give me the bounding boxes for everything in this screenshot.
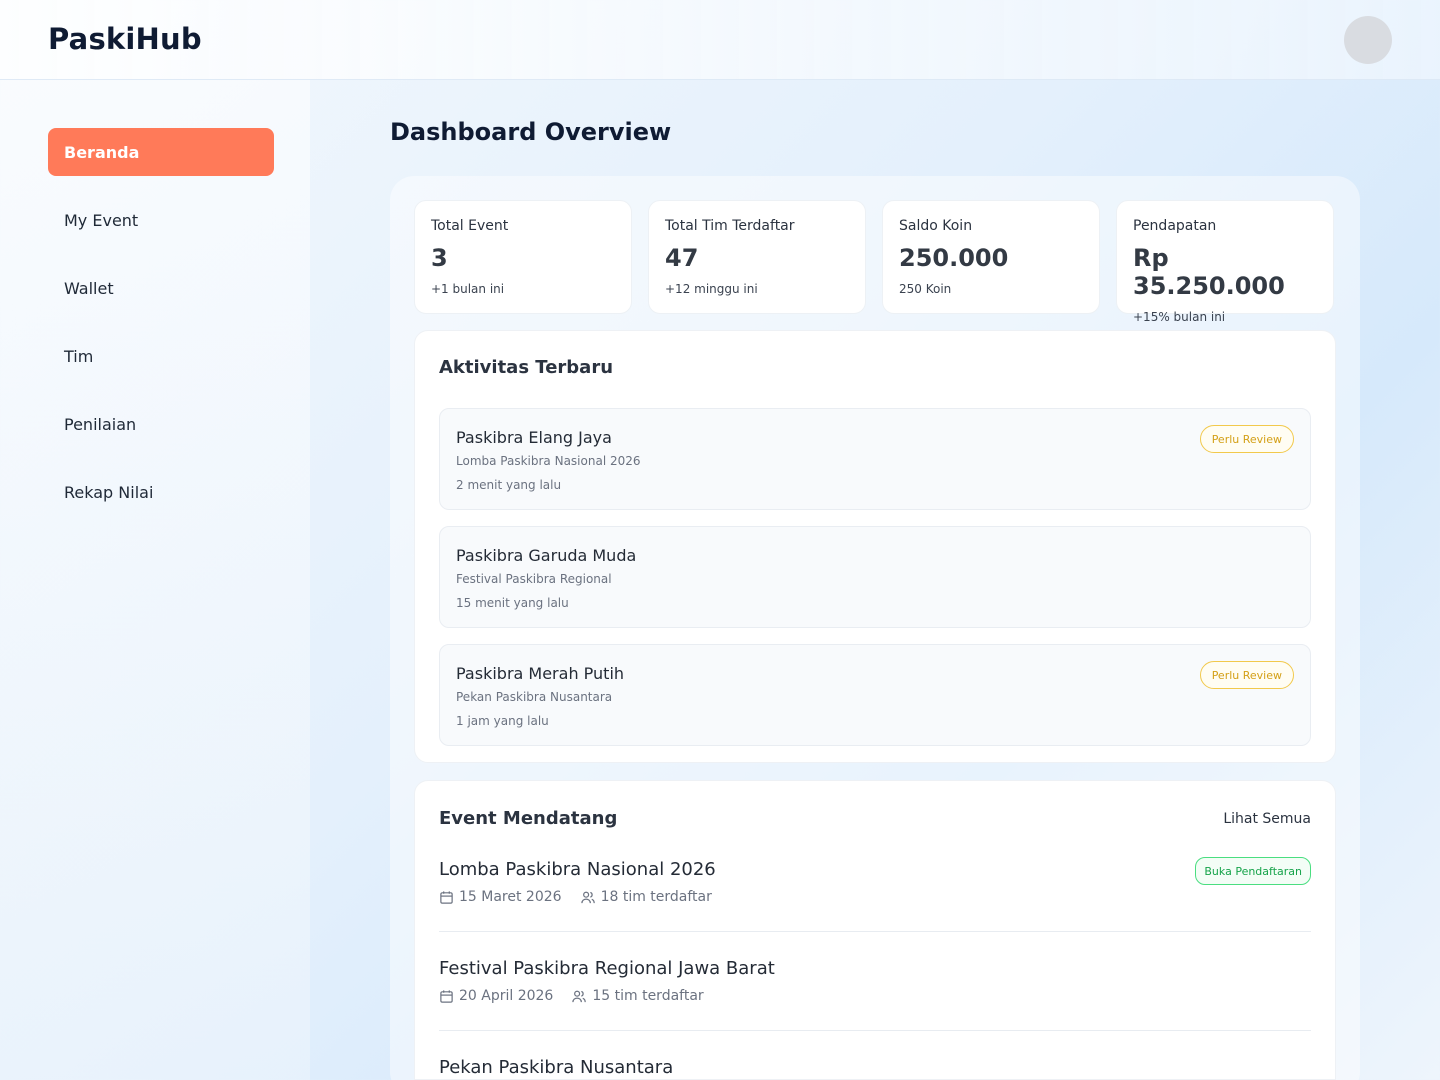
activity-time: 1 jam yang lalu [456, 714, 549, 728]
calendar-icon [440, 890, 453, 904]
activity-event-name: Festival Paskibra Regional [456, 572, 612, 586]
stat-card-saldo-koin: Saldo Koin 250.000 250 Koin [882, 200, 1100, 314]
activity-item[interactable]: Paskibra Elang Jaya Lomba Paskibra Nasio… [439, 408, 1311, 510]
upcoming-events-title: Event Mendatang [439, 808, 618, 829]
user-avatar[interactable] [1344, 16, 1392, 64]
sidebar-item-my-event[interactable]: My Event [48, 196, 274, 244]
recent-activity-card: Aktivitas Terbaru Paskibra Elang Jaya Lo… [414, 330, 1336, 763]
review-badge: Perlu Review [1199, 425, 1294, 453]
app-logo[interactable]: PaskiHub [48, 22, 202, 56]
sidebar-item-tim[interactable]: Tim [48, 332, 274, 380]
sidebar-item-beranda[interactable]: Beranda [48, 128, 274, 176]
top-bar: PaskiHub [0, 0, 1440, 80]
activity-item[interactable]: Paskibra Garuda Muda Festival Paskibra R… [439, 526, 1311, 628]
stat-note: 250 Koin [899, 282, 952, 296]
event-meta: 20 April 2026 15 tim terdaftar [439, 988, 704, 1004]
activity-item[interactable]: Paskibra Merah Putih Pekan Paskibra Nusa… [439, 644, 1311, 746]
stat-card-total-event: Total Event 3 +1 bulan ini [414, 200, 632, 314]
divider [439, 1030, 1311, 1031]
activity-team-name: Paskibra Garuda Muda [456, 546, 637, 565]
stat-value: 250.000 [899, 244, 1009, 272]
activity-event-name: Pekan Paskibra Nusantara [456, 690, 613, 704]
event-meta: 15 Maret 2026 18 tim terdaftar [439, 889, 712, 905]
activity-team-name: Paskibra Elang Jaya [456, 428, 612, 447]
stat-card-pendapatan: Pendapatan Rp 35.250.000 +15% bulan ini [1116, 200, 1334, 324]
stat-value: 3 [431, 244, 448, 272]
stat-note: +1 bulan ini [431, 282, 505, 296]
stat-card-total-tim: Total Tim Terdaftar 47 +12 minggu ini [648, 200, 866, 314]
sidebar-item-penilaian[interactable]: Penilaian [48, 400, 274, 448]
sidebar-item-rekap-nilai[interactable]: Rekap Nilai [48, 468, 274, 516]
activity-time: 2 menit yang lalu [456, 478, 562, 492]
stat-label: Total Event [431, 218, 509, 234]
stat-label: Total Tim Terdaftar [665, 218, 795, 234]
upcoming-events-card: Event Mendatang Lihat Semua Lomba Paskib… [414, 780, 1336, 1080]
stat-note: +15% bulan ini [1133, 310, 1226, 324]
event-date: 15 Maret 2026 [459, 889, 562, 905]
activity-team-name: Paskibra Merah Putih [456, 664, 625, 683]
see-all-link[interactable]: Lihat Semua [1223, 811, 1311, 827]
event-date: 20 April 2026 [459, 988, 554, 1004]
review-badge: Perlu Review [1199, 661, 1294, 689]
activity-time: 15 menit yang lalu [456, 596, 569, 610]
event-name[interactable]: Lomba Paskibra Nasional 2026 [439, 859, 716, 880]
users-icon [580, 891, 595, 903]
users-icon [572, 990, 587, 1002]
event-teams: 18 tim terdaftar [600, 889, 712, 905]
sidebar: Beranda My Event Wallet Tim Penilaian Re… [0, 80, 310, 1080]
event-teams: 15 tim terdaftar [592, 988, 704, 1004]
stat-note: +12 minggu ini [665, 282, 758, 296]
calendar-icon [440, 989, 453, 1003]
recent-activity-title: Aktivitas Terbaru [439, 357, 614, 378]
stat-label: Saldo Koin [899, 218, 973, 234]
sidebar-item-wallet[interactable]: Wallet [48, 264, 274, 312]
event-name[interactable]: Pekan Paskibra Nusantara [439, 1057, 673, 1078]
stat-value: 47 [665, 244, 699, 272]
activity-event-name: Lomba Paskibra Nasional 2026 [456, 454, 641, 468]
divider [439, 931, 1311, 932]
registration-open-badge: Buka Pendaftaran [1195, 857, 1311, 885]
page-title: Dashboard Overview [390, 118, 672, 146]
stat-value: Rp 35.250.000 [1133, 244, 1285, 300]
stat-label: Pendapatan [1133, 218, 1217, 234]
event-name[interactable]: Festival Paskibra Regional Jawa Barat [439, 958, 775, 979]
